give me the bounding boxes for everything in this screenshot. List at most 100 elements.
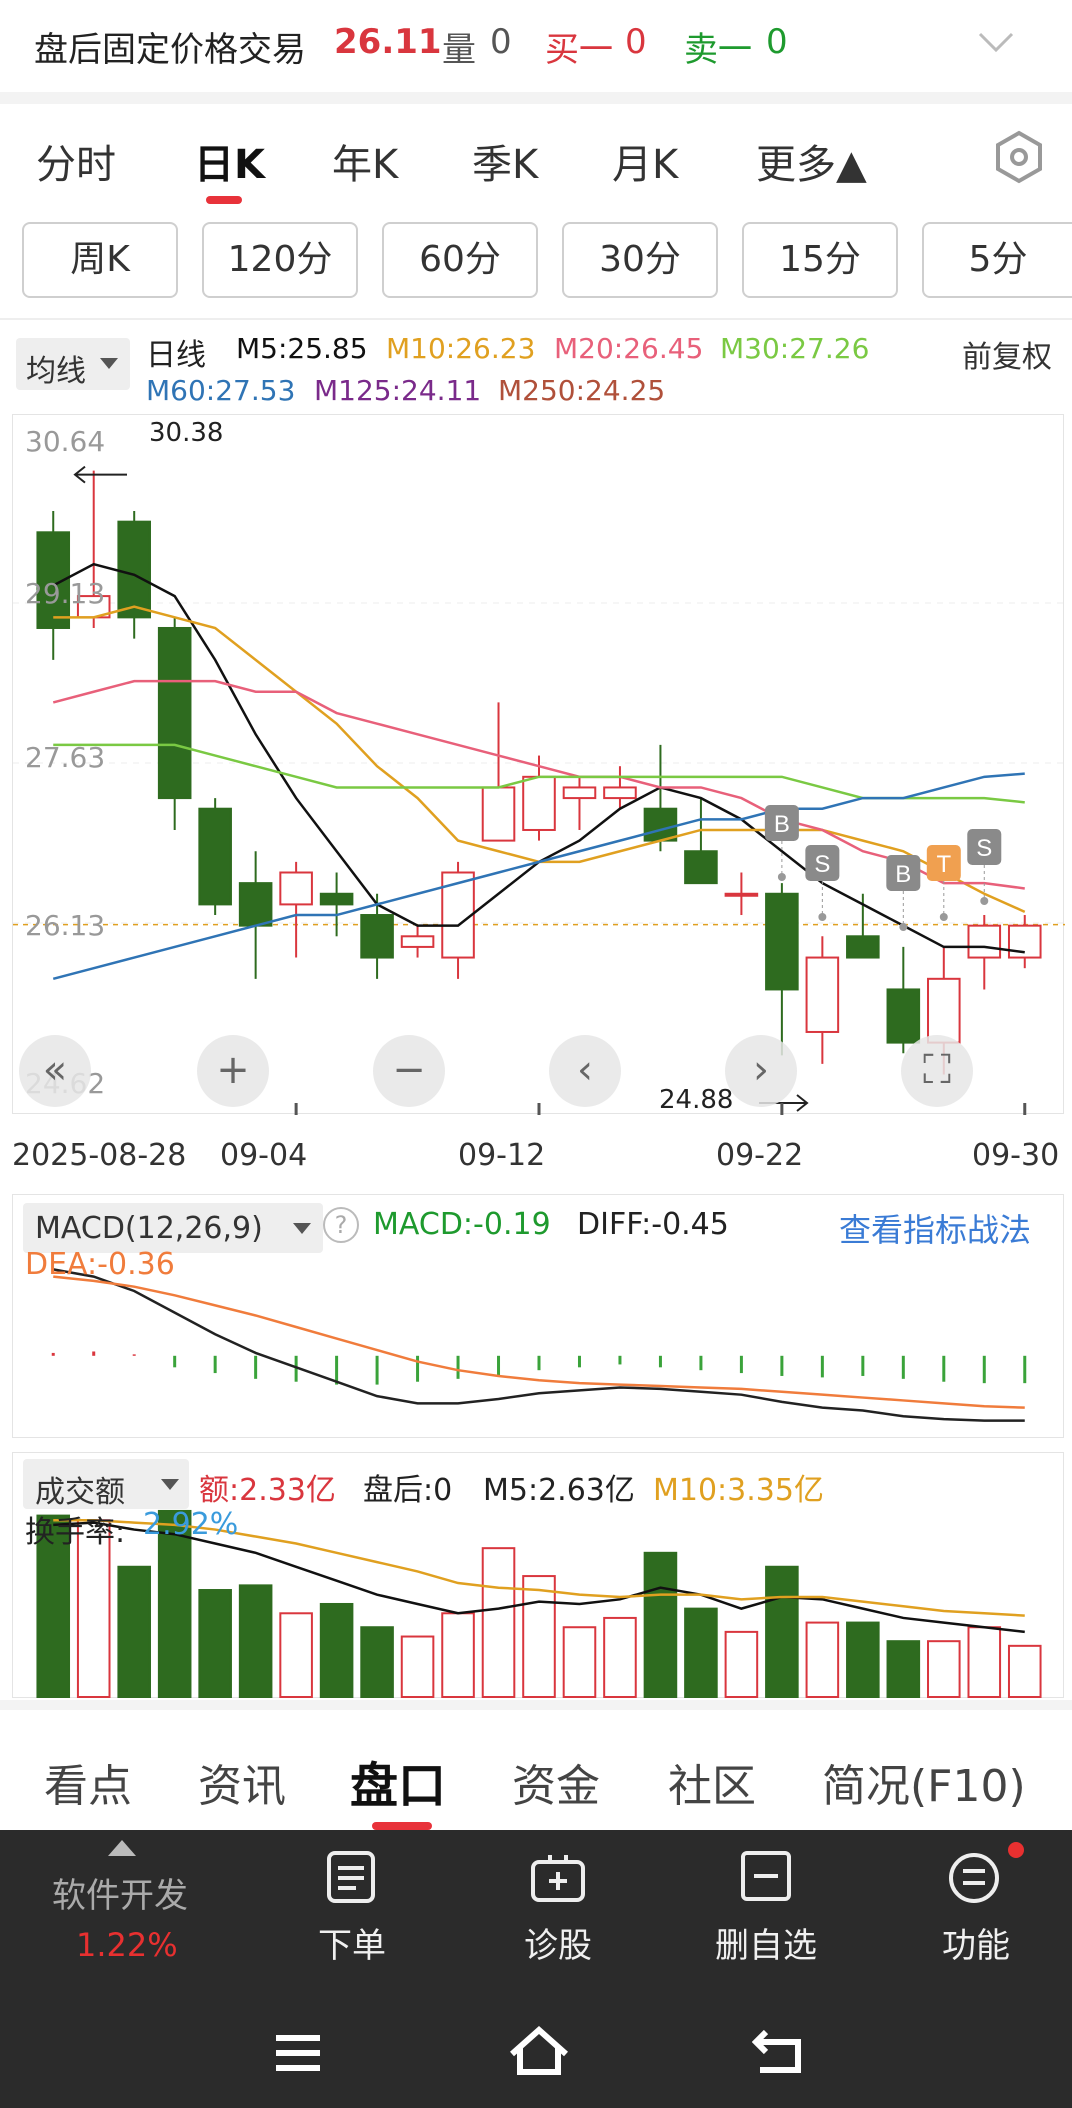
candle-body: [1007, 924, 1042, 959]
price-axis-label: 27.63: [25, 741, 106, 774]
functions-button[interactable]: 功能: [896, 1918, 1056, 1967]
home-icon[interactable]: [508, 2026, 570, 2078]
date-axis-label: 09-30: [972, 1138, 1060, 1173]
action-bar: 软件开发 1.22% 下单 诊股 删自选 功能: [0, 1830, 1072, 2108]
scroll-left-fast-button[interactable]: «: [19, 1035, 91, 1107]
diagnose-icon[interactable]: [530, 1852, 586, 1904]
trade-marker-label: B: [774, 811, 790, 838]
fullscreen-button[interactable]: ⛶: [901, 1035, 973, 1107]
tab-intraday[interactable]: 分时: [36, 132, 116, 190]
tab-highlights[interactable]: 看点: [44, 1750, 132, 1814]
pill-15min[interactable]: 15分: [742, 222, 898, 298]
divider: [0, 1700, 1072, 1710]
zoom-out-button[interactable]: −: [373, 1035, 445, 1107]
kline-chart[interactable]: BSBTS 30.64 29.13 27.63 26.13 24.62 30.3…: [12, 414, 1065, 1115]
tab-active-indicator: [372, 1822, 432, 1830]
amount-bar: [886, 1640, 921, 1699]
period-tabs: 分时 日K 年K 季K 月K 更多▲: [0, 104, 1072, 204]
amount-bar: [562, 1626, 597, 1698]
help-icon[interactable]: ?: [323, 1207, 359, 1243]
candle-body: [117, 520, 151, 619]
remove-watchlist-icon[interactable]: [740, 1850, 792, 1902]
price-axis-label: 29.13: [25, 577, 106, 610]
amount-bar: [1007, 1644, 1042, 1698]
pill-60min[interactable]: 60分: [382, 222, 538, 298]
sector-name[interactable]: 软件开发: [52, 1868, 188, 1917]
amount-bar: [603, 1616, 637, 1699]
amount-selector[interactable]: 成交额: [23, 1459, 189, 1510]
ma-m250: M250:24.25: [498, 374, 666, 407]
chevron-down-icon[interactable]: [976, 28, 1016, 56]
trade-marker-dot: [818, 913, 827, 921]
trade-marker-label: B: [895, 861, 911, 888]
ma-selector[interactable]: 均线: [16, 338, 130, 390]
amount-bar: [481, 1547, 516, 1698]
low-price-marker: 24.88: [659, 1085, 734, 1115]
trade-marker-dot: [899, 923, 908, 931]
amount-bar: [319, 1602, 354, 1698]
candle-body: [481, 786, 516, 842]
menu-icon[interactable]: [274, 2034, 322, 2072]
amount-selector-label: 成交额: [35, 1475, 125, 1510]
tab-daily-k[interactable]: 日K: [194, 132, 265, 190]
candle-body: [684, 850, 718, 885]
kline-canvas: BS B TS: [13, 465, 1065, 1115]
tab-profile-f10[interactable]: 简况(F10): [822, 1750, 1026, 1814]
tab-yearly-k[interactable]: 年K: [332, 132, 398, 190]
menu-circle-icon[interactable]: [948, 1850, 1004, 1906]
ma-m20: M20:26.45: [554, 332, 704, 365]
order-form-icon[interactable]: [326, 1850, 376, 1904]
turnover-value: 2.92%: [143, 1507, 239, 1542]
trade-marker-label: S: [814, 851, 830, 878]
session-price: 26.11: [334, 22, 442, 62]
candle-body: [603, 786, 637, 800]
ma-m60: M60:27.53: [146, 374, 296, 407]
macd-panel[interactable]: MACD(12,26,9) ? MACD:-0.19 DIFF:-0.45 查看…: [12, 1194, 1064, 1438]
trade-marker-label: S: [976, 835, 992, 862]
tab-order-book[interactable]: 盘口: [350, 1746, 446, 1816]
candle-body: [522, 775, 556, 831]
indicator-strategy-link[interactable]: 查看指标战法: [839, 1205, 1031, 1251]
candle-body: [400, 935, 435, 948]
amount-panel[interactable]: 成交额 额:2.33亿 盘后:0 M5:2.63亿 M10:3.35亿 换手率:…: [12, 1452, 1064, 1699]
tab-more[interactable]: 更多▲: [756, 132, 867, 190]
scroll-left-button[interactable]: ‹: [549, 1035, 621, 1107]
amount-value: 额:2.33亿: [199, 1473, 336, 1508]
date-axis-label: 09-12: [458, 1138, 546, 1173]
diagnose-button[interactable]: 诊股: [478, 1918, 638, 1967]
amount-bar: [846, 1621, 880, 1698]
amount-bar: [238, 1584, 273, 1698]
pill-30min[interactable]: 30分: [562, 222, 718, 298]
order-button[interactable]: 下单: [272, 1918, 432, 1967]
trade-marker-dot: [939, 913, 948, 921]
settings-hexagon-icon[interactable]: [994, 130, 1044, 184]
amount-bar: [805, 1621, 840, 1698]
candle-body: [360, 914, 394, 959]
tab-news[interactable]: 资讯: [198, 1750, 286, 1814]
ma-m30: M30:27.26: [720, 332, 870, 365]
candle-body: [765, 892, 799, 991]
candle-body: [319, 892, 354, 906]
adjust-mode[interactable]: 前复权: [962, 332, 1052, 376]
pill-120min[interactable]: 120分: [202, 222, 358, 298]
scroll-right-button[interactable]: ›: [725, 1035, 797, 1107]
candle-body: [238, 882, 273, 927]
tab-monthly-k[interactable]: 月K: [612, 132, 678, 190]
amount-bar: [360, 1626, 394, 1698]
candle-body: [967, 924, 1002, 959]
zoom-in-button[interactable]: +: [197, 1035, 269, 1107]
tab-active-indicator: [206, 196, 242, 204]
amount-bar: [684, 1607, 718, 1699]
pill-weekly-k[interactable]: 周K: [22, 222, 178, 298]
tab-quarterly-k[interactable]: 季K: [472, 132, 538, 190]
macd-selector[interactable]: MACD(12,26,9): [23, 1203, 323, 1253]
divider: [0, 92, 1072, 104]
back-icon[interactable]: [752, 2030, 804, 2074]
dea-value: DEA:-0.36: [25, 1247, 175, 1282]
amount-bar: [724, 1630, 759, 1699]
tab-community[interactable]: 社区: [668, 1750, 756, 1814]
pill-5min[interactable]: 5分: [922, 222, 1072, 298]
tab-funds[interactable]: 资金: [512, 1750, 600, 1814]
caret-up-icon[interactable]: [108, 1840, 136, 1856]
remove-watchlist-button[interactable]: 删自选: [686, 1918, 846, 1967]
